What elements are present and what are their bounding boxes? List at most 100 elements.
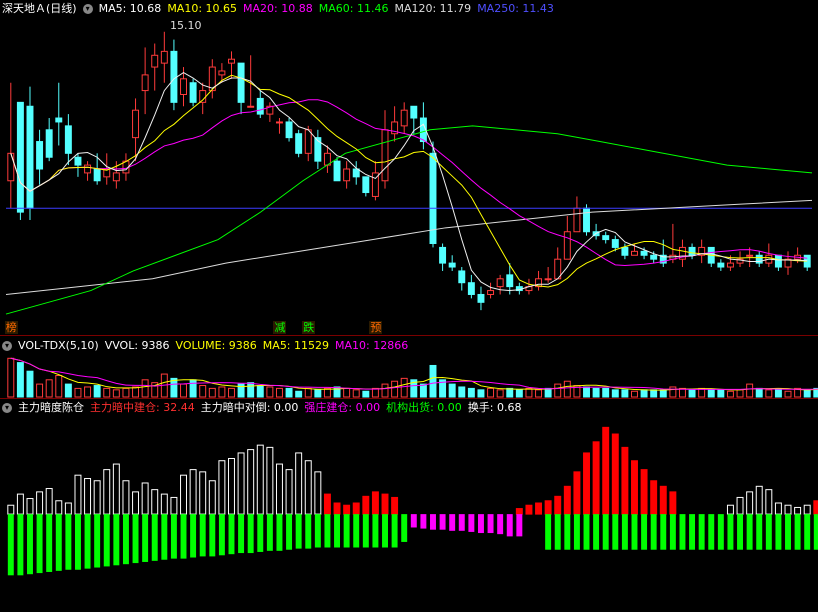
- indicator-negative-bar: [382, 514, 388, 548]
- candle-body: [36, 141, 44, 170]
- collapse-icon[interactable]: ▾: [82, 4, 93, 14]
- indicator-negative-bar: [477, 514, 484, 534]
- indicator-negative-bar: [669, 514, 676, 550]
- indicator-positive-bar: [371, 491, 379, 515]
- volume-bar: [64, 383, 72, 398]
- legend-ma20: MA20: 10.88: [243, 2, 313, 15]
- indicator-positive-bar: [602, 426, 610, 515]
- indicator-positive-bar: [199, 471, 207, 515]
- indicator-negative-bar: [765, 514, 772, 550]
- indicator-negative-bar: [113, 514, 120, 566]
- candle-body: [141, 74, 149, 92]
- indicator-negative-bar: [430, 514, 436, 530]
- indicator-positive-bar: [228, 458, 235, 515]
- indicator-negative-bar: [564, 514, 571, 550]
- indicator-positive-bar: [746, 491, 754, 515]
- candle-body: [458, 270, 466, 284]
- indicator-negative-bar: [516, 514, 523, 537]
- candle-body: [381, 129, 389, 182]
- indicator-positive-bar: [180, 474, 187, 515]
- indicator-positive-bar: [352, 502, 360, 515]
- candle-body: [16, 101, 24, 213]
- indicator-positive-bar: [84, 478, 92, 515]
- volume-bar: [755, 387, 763, 398]
- indicator-positive-bar: [803, 504, 811, 515]
- ind-a: 主力暗中建仓: 32.44: [90, 401, 195, 414]
- candle-body: [64, 125, 72, 154]
- candle-body: [256, 97, 264, 115]
- indicator-negative-bar: [391, 514, 398, 548]
- volume-bar: [275, 387, 283, 398]
- volume-bar: [122, 387, 130, 398]
- volume-bar: [352, 389, 360, 398]
- vol-vvol: VVOL: 9386: [104, 339, 170, 352]
- volume-bar: [736, 389, 744, 398]
- volume-bar: [544, 387, 552, 398]
- indicator-positive-bar: [93, 480, 101, 515]
- indicator-negative-bar: [545, 514, 552, 550]
- candle-body: [467, 282, 475, 295]
- candle-body: [45, 129, 53, 158]
- stock-title: 深天地Ａ(日线): [2, 2, 77, 15]
- volume-bar: [45, 379, 53, 398]
- indicator-negative-bar: [439, 514, 446, 530]
- candle-body: [228, 58, 235, 64]
- candle-body: [774, 254, 782, 268]
- indicator-positive-bar: [669, 491, 677, 515]
- volume-bar: [583, 386, 590, 398]
- indicator-negative-bar: [94, 514, 101, 568]
- indicator-negative-bar: [420, 514, 427, 529]
- indicator-negative-bar: [737, 514, 744, 550]
- indicator-positive-bar: [247, 449, 255, 515]
- indicator-positive-bar: [621, 446, 629, 515]
- ind-e: 换手: 0.68: [467, 401, 522, 414]
- volume-bar: [803, 389, 811, 398]
- indicator-positive-bar: [160, 493, 168, 515]
- indicator-positive-bar: [343, 504, 351, 515]
- indicator-positive-bar: [275, 463, 283, 515]
- collapse-icon[interactable]: ▾: [2, 341, 12, 351]
- indicator-negative-bar: [238, 514, 245, 554]
- volume-bar: [132, 386, 140, 398]
- candle-body: [544, 278, 552, 281]
- indicator-negative-bar: [583, 514, 590, 550]
- candle-body: [160, 50, 168, 64]
- indicator-positive-bar: [64, 502, 72, 515]
- indicator-positive-bar: [611, 433, 619, 515]
- candle-body: [611, 239, 619, 248]
- volume-bar: [381, 383, 389, 398]
- indicator-positive-bar: [755, 485, 763, 515]
- indicator-positive-bar: [45, 488, 53, 515]
- indicator-negative-bar: [717, 514, 724, 550]
- volume-bar: [554, 383, 562, 398]
- indicator-negative-bar: [679, 514, 686, 550]
- indicator-positive-bar: [544, 500, 552, 515]
- indicator-panel: [7, 426, 818, 576]
- indicator-positive-bar: [631, 460, 638, 515]
- volume-bar: [295, 390, 303, 398]
- indicator-positive-bar: [650, 480, 658, 515]
- candle-body: [496, 278, 504, 288]
- volume-bar: [218, 386, 226, 398]
- volume-bar: [506, 387, 514, 398]
- volume-bar: [611, 389, 619, 398]
- indicator-positive-bar: [36, 491, 44, 515]
- legend-ma120: MA120: 11.79: [394, 2, 472, 15]
- indicator-negative-bar: [353, 514, 360, 548]
- volume-bar: [266, 386, 274, 398]
- volume-bar: [640, 389, 648, 398]
- indicator-negative-bar: [65, 514, 72, 570]
- indicator-negative-bar: [612, 514, 619, 550]
- indicator-positive-bar: [563, 485, 571, 515]
- candle-body: [640, 250, 648, 256]
- indicator-negative-bar: [132, 514, 139, 564]
- volume-bar: [592, 387, 600, 398]
- volume-bar: [74, 387, 82, 398]
- indicator-positive-bar: [55, 500, 63, 515]
- volume-bar: [429, 364, 437, 398]
- collapse-icon[interactable]: ▾: [2, 403, 12, 413]
- indicator-positive-bar: [535, 502, 543, 515]
- indicator-negative-bar: [554, 514, 561, 550]
- volume-bar: [659, 389, 667, 398]
- indicator-negative-bar: [487, 514, 494, 534]
